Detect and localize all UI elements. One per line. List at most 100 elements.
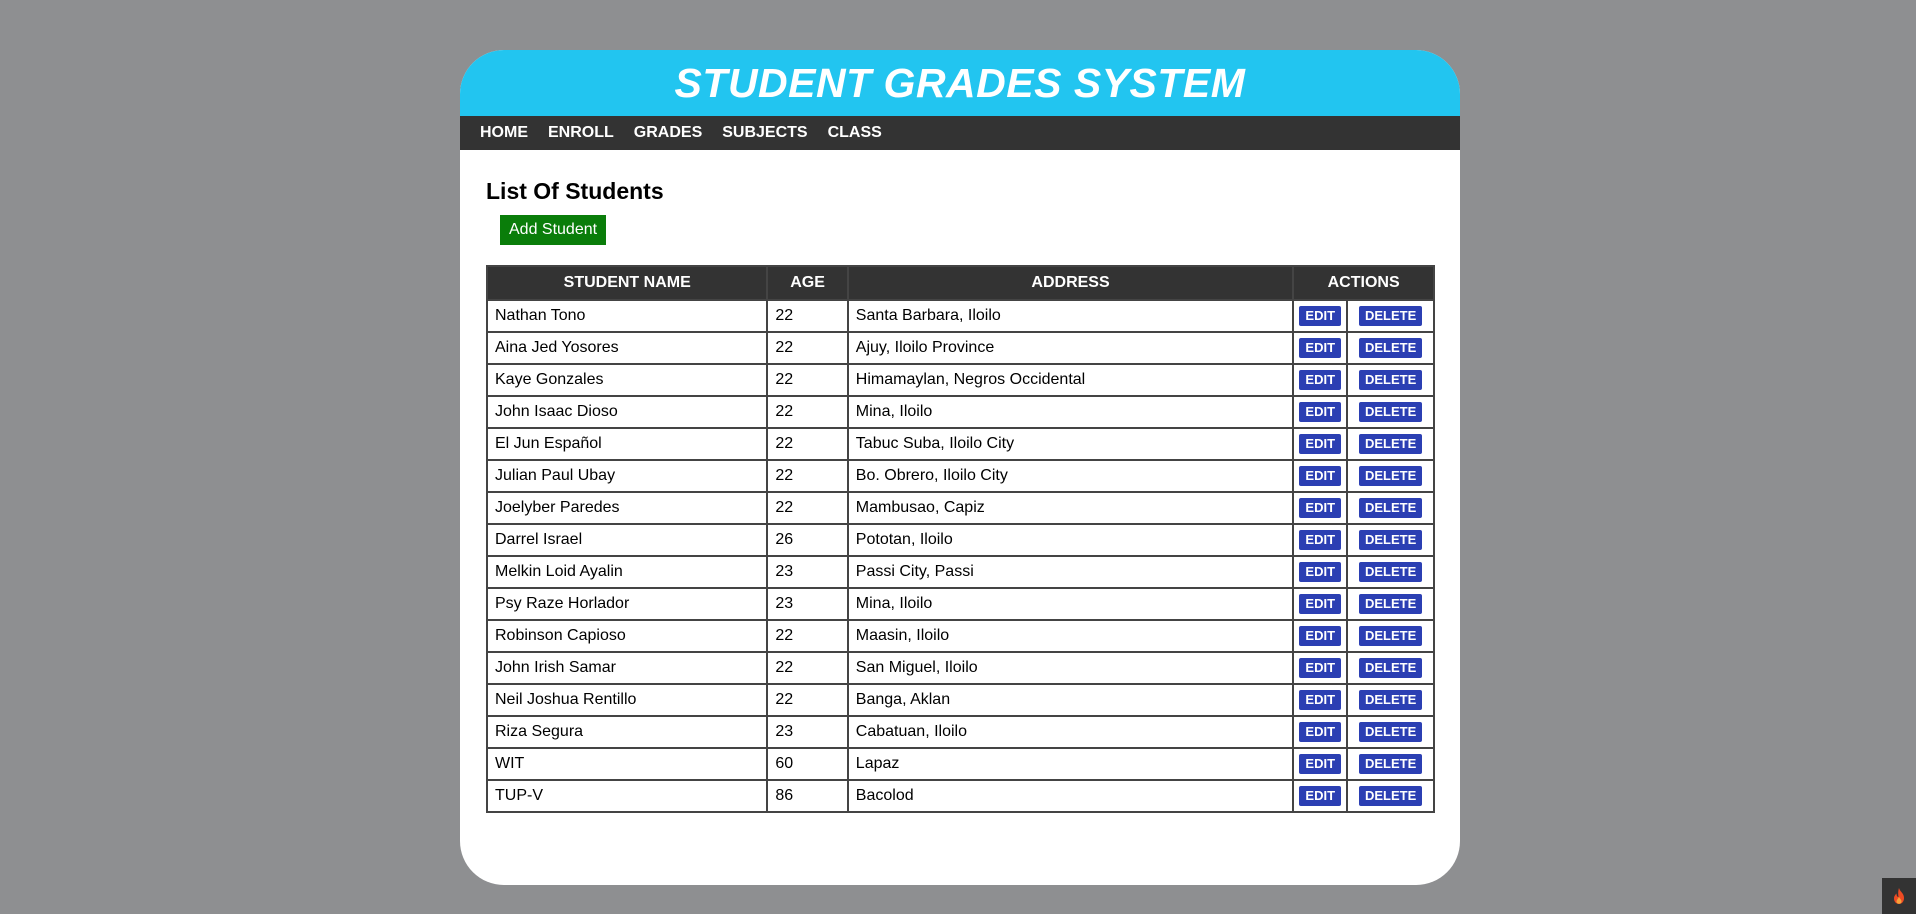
nav-subjects[interactable]: SUBJECTS xyxy=(722,124,807,142)
cell-student-name: Robinson Capioso xyxy=(485,619,769,653)
cell-delete: DELETE xyxy=(1346,715,1435,749)
delete-button[interactable]: DELETE xyxy=(1358,626,1423,646)
edit-button[interactable]: EDIT xyxy=(1299,754,1342,774)
cell-address: Himamaylan, Negros Occidental xyxy=(846,363,1295,397)
table-row: Joelyber Paredes 22 Mambusao, Capiz EDIT DEL… xyxy=(485,491,1435,525)
delete-button[interactable]: DELETE xyxy=(1358,306,1423,326)
cell-edit: EDIT xyxy=(1292,427,1349,461)
edit-button[interactable]: EDIT xyxy=(1299,562,1342,582)
table-row: Robinson Capioso 22 Maasin, Iloilo EDIT DELE… xyxy=(485,619,1435,653)
cell-address: Mina, Iloilo xyxy=(846,587,1295,621)
header-student-name: STUDENT NAME xyxy=(485,265,769,301)
delete-button[interactable]: DELETE xyxy=(1358,562,1423,582)
edit-button[interactable]: EDIT xyxy=(1299,306,1342,326)
cell-age: 22 xyxy=(766,427,849,461)
edit-button[interactable]: EDIT xyxy=(1299,402,1342,422)
delete-button[interactable]: DELETE xyxy=(1358,338,1423,358)
delete-button[interactable]: DELETE xyxy=(1358,722,1423,742)
content-area: List Of Students Add Student STUDENT NAM… xyxy=(460,177,1460,813)
delete-button[interactable]: DELETE xyxy=(1358,786,1423,806)
cell-address: Cabatuan, Iloilo xyxy=(846,715,1295,749)
cell-address: Santa Barbara, Iloilo xyxy=(846,299,1295,333)
cell-age: 22 xyxy=(766,459,849,493)
table-row: Darrel Israel 26 Pototan, Iloilo EDIT DELETE xyxy=(485,523,1435,557)
table-row: Neil Joshua Rentillo 22 Banga, Aklan EDIT DE… xyxy=(485,683,1435,717)
edit-button[interactable]: EDIT xyxy=(1299,658,1342,678)
cell-address: Ajuy, Iloilo Province xyxy=(846,331,1295,365)
cell-edit: EDIT xyxy=(1292,715,1349,749)
table-row: TUP-V 86 Bacolod EDIT DELETE xyxy=(485,779,1435,813)
delete-button[interactable]: DELETE xyxy=(1358,658,1423,678)
cell-delete: DELETE xyxy=(1346,363,1435,397)
edit-button[interactable]: EDIT xyxy=(1299,498,1342,518)
cell-age: 22 xyxy=(766,683,849,717)
app-title: STUDENT GRADES SYSTEM xyxy=(674,59,1246,106)
table-row: John Irish Samar 22 San Miguel, Iloilo EDIT… xyxy=(485,651,1435,685)
cell-student-name: Darrel Israel xyxy=(485,523,769,557)
table-row: Aina Jed Yosores 22 Ajuy, Iloilo Province E… xyxy=(485,331,1435,365)
edit-button[interactable]: EDIT xyxy=(1299,786,1342,806)
cell-edit: EDIT xyxy=(1292,779,1349,813)
table-row: Julian Paul Ubay 22 Bo. Obrero, Iloilo Cit… xyxy=(485,459,1435,493)
edit-button[interactable]: EDIT xyxy=(1299,338,1342,358)
cell-student-name: WIT xyxy=(485,747,769,781)
cell-edit: EDIT xyxy=(1292,459,1349,493)
cell-delete: DELETE xyxy=(1346,299,1435,333)
cell-age: 23 xyxy=(766,587,849,621)
cell-student-name: John Irish Samar xyxy=(485,651,769,685)
table-row: Melkin Loid Ayalin 23 Passi City, Passi EDI… xyxy=(485,555,1435,589)
cell-edit: EDIT xyxy=(1292,363,1349,397)
cell-edit: EDIT xyxy=(1292,491,1349,525)
cell-address: Maasin, Iloilo xyxy=(846,619,1295,653)
cell-student-name: Julian Paul Ubay xyxy=(485,459,769,493)
cell-address: Mambusao, Capiz xyxy=(846,491,1295,525)
edit-button[interactable]: EDIT xyxy=(1299,370,1342,390)
cell-delete: DELETE xyxy=(1346,523,1435,557)
add-student-button[interactable]: Add Student xyxy=(500,215,607,245)
cell-edit: EDIT xyxy=(1292,331,1349,365)
header-actions: ACTIONS xyxy=(1292,265,1435,301)
header-address: ADDRESS xyxy=(846,265,1295,301)
cell-delete: DELETE xyxy=(1346,491,1435,525)
table-row: WIT 60 Lapaz EDIT DELETE xyxy=(485,747,1435,781)
delete-button[interactable]: DELETE xyxy=(1358,690,1423,710)
edit-button[interactable]: EDIT xyxy=(1299,434,1342,454)
cell-address: Tabuc Suba, Iloilo City xyxy=(846,427,1295,461)
nav-enroll[interactable]: ENROLL xyxy=(548,124,614,142)
delete-button[interactable]: DELETE xyxy=(1358,466,1423,486)
table-row: Nathan Tono 22 Santa Barbara, Iloilo EDIT DE… xyxy=(485,299,1435,333)
edit-button[interactable]: EDIT xyxy=(1299,594,1342,614)
nav-home[interactable]: HOME xyxy=(480,124,528,142)
main-card: STUDENT GRADES SYSTEM HOME ENROLL GRADES… xyxy=(460,50,1460,885)
flame-icon[interactable] xyxy=(1882,878,1916,914)
delete-button[interactable]: DELETE xyxy=(1358,498,1423,518)
edit-button[interactable]: EDIT xyxy=(1299,722,1342,742)
delete-button[interactable]: DELETE xyxy=(1358,370,1423,390)
cell-student-name: Neil Joshua Rentillo xyxy=(485,683,769,717)
cell-delete: DELETE xyxy=(1346,427,1435,461)
cell-delete: DELETE xyxy=(1346,587,1435,621)
edit-button[interactable]: EDIT xyxy=(1299,626,1342,646)
delete-button[interactable]: DELETE xyxy=(1358,594,1423,614)
delete-button[interactable]: DELETE xyxy=(1358,754,1423,774)
nav-grades[interactable]: GRADES xyxy=(634,124,702,142)
delete-button[interactable]: DELETE xyxy=(1358,402,1423,422)
cell-student-name: Joelyber Paredes xyxy=(485,491,769,525)
cell-edit: EDIT xyxy=(1292,651,1349,685)
edit-button[interactable]: EDIT xyxy=(1299,466,1342,486)
edit-button[interactable]: EDIT xyxy=(1299,530,1342,550)
cell-age: 22 xyxy=(766,651,849,685)
cell-edit: EDIT xyxy=(1292,619,1349,653)
cell-edit: EDIT xyxy=(1292,395,1349,429)
delete-button[interactable]: DELETE xyxy=(1358,530,1423,550)
header-age: AGE xyxy=(766,265,849,301)
cell-address: Lapaz xyxy=(846,747,1295,781)
edit-button[interactable]: EDIT xyxy=(1299,690,1342,710)
nav-class[interactable]: CLASS xyxy=(828,124,882,142)
delete-button[interactable]: DELETE xyxy=(1358,434,1423,454)
cell-edit: EDIT xyxy=(1292,299,1349,333)
cell-edit: EDIT xyxy=(1292,683,1349,717)
cell-student-name: Aina Jed Yosores xyxy=(485,331,769,365)
table-row: El Jun Español 22 Tabuc Suba, Iloilo City E… xyxy=(485,427,1435,461)
cell-address: San Miguel, Iloilo xyxy=(846,651,1295,685)
